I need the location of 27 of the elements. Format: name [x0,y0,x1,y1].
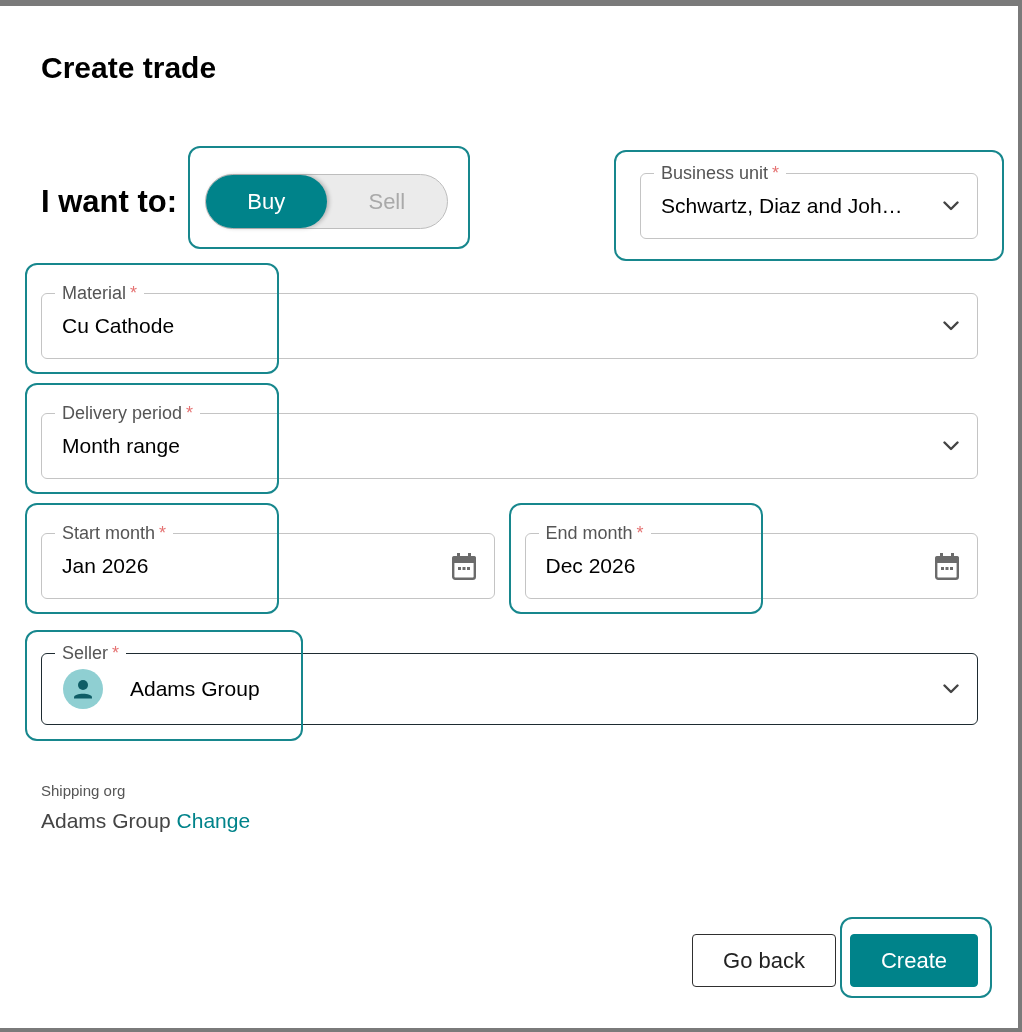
field-label: Start month * [61,524,168,542]
go-back-button[interactable]: Go back [692,934,836,987]
user-avatar-icon [63,669,103,709]
field-label: Seller * [61,644,121,662]
shipping-org-label: Shipping org [41,782,126,800]
date-field[interactable]: End month * Dec 2026 [524,524,978,599]
field-label: End month * [544,524,645,542]
calendar-icon [935,552,959,580]
field-label: Business unit * [660,164,781,182]
dialog-title: Create trade [41,50,217,86]
create-button[interactable]: Create [849,934,978,987]
chevron-down-icon [943,321,959,331]
dropdown-field[interactable]: Delivery period * Month range [41,404,978,479]
chevron-down-icon [943,441,959,451]
dropdown-field[interactable]: Business unit * Schwartz, Diaz and Joh… [640,164,978,239]
chevron-down-icon [943,201,959,211]
shipping-org-name: Adams Group [41,809,171,832]
field-label: Material * [61,284,139,302]
dropdown-field[interactable]: Material * Cu Cathode [41,284,978,359]
dropdown-field[interactable]: Seller * Adams Group [41,644,978,725]
date-field[interactable]: Start month * Jan 2026 [41,524,495,599]
field-label: Delivery period * [61,404,195,422]
change-link[interactable]: Change [176,809,251,832]
direction-label: I want to: [41,182,178,221]
chevron-down-icon [943,684,959,694]
calendar-icon [451,552,476,580]
toggle-option[interactable]: Buy [206,175,327,228]
